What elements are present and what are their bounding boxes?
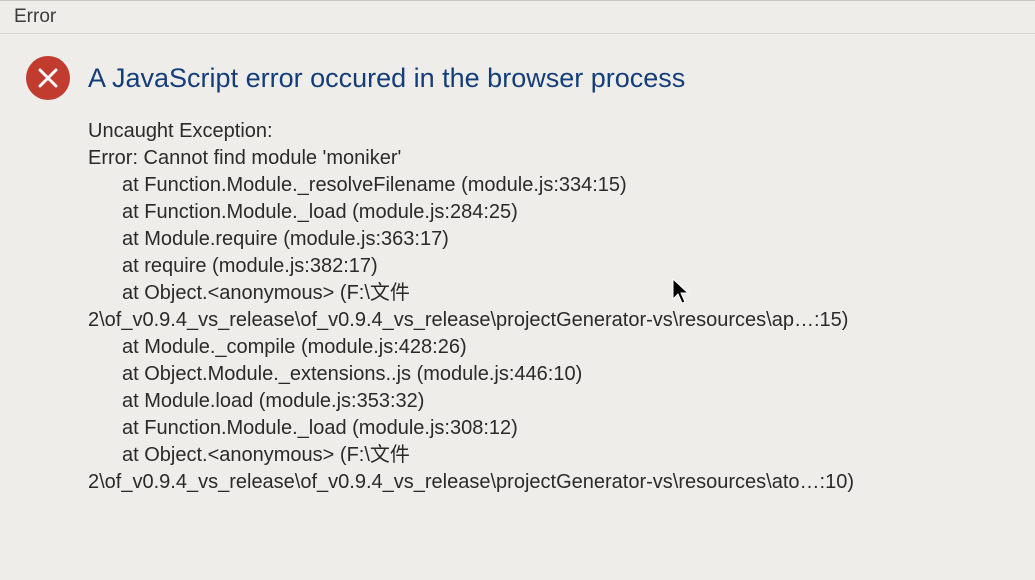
error-body: Uncaught Exception:Error: Cannot find mo…	[26, 118, 1015, 496]
error-icon	[26, 56, 70, 100]
stacktrace-line: at Module.require (module.js:363:17)	[88, 226, 1015, 253]
stacktrace-line: at Object.Module._extensions..js (module…	[88, 361, 1015, 388]
stacktrace-line: at Module._compile (module.js:428:26)	[88, 334, 1015, 361]
titlebar: Error	[0, 1, 1035, 34]
stacktrace-line: at require (module.js:382:17)	[88, 253, 1015, 280]
error-heading: A JavaScript error occured in the browse…	[88, 63, 685, 94]
dialog-content: A JavaScript error occured in the browse…	[0, 34, 1035, 496]
window-title: Error	[14, 6, 56, 27]
stacktrace-line: at Object.<anonymous> (F:\文件	[88, 280, 1015, 307]
stacktrace-line: 2\of_v0.9.4_vs_release\of_v0.9.4_vs_rele…	[88, 469, 1015, 496]
error-dialog-window: Error A JavaScript error occured in the …	[0, 0, 1035, 580]
stacktrace-line: at Module.load (module.js:353:32)	[88, 388, 1015, 415]
stacktrace-line: Error: Cannot find module 'moniker'	[88, 145, 1015, 172]
stacktrace-line: at Function.Module._resolveFilename (mod…	[88, 172, 1015, 199]
stacktrace-line: at Function.Module._load (module.js:308:…	[88, 415, 1015, 442]
stacktrace-line: at Function.Module._load (module.js:284:…	[88, 199, 1015, 226]
stacktrace-line: Uncaught Exception:	[88, 118, 1015, 145]
header-row: A JavaScript error occured in the browse…	[26, 56, 1015, 100]
stacktrace-line: 2\of_v0.9.4_vs_release\of_v0.9.4_vs_rele…	[88, 307, 1015, 334]
stacktrace-line: at Object.<anonymous> (F:\文件	[88, 442, 1015, 469]
